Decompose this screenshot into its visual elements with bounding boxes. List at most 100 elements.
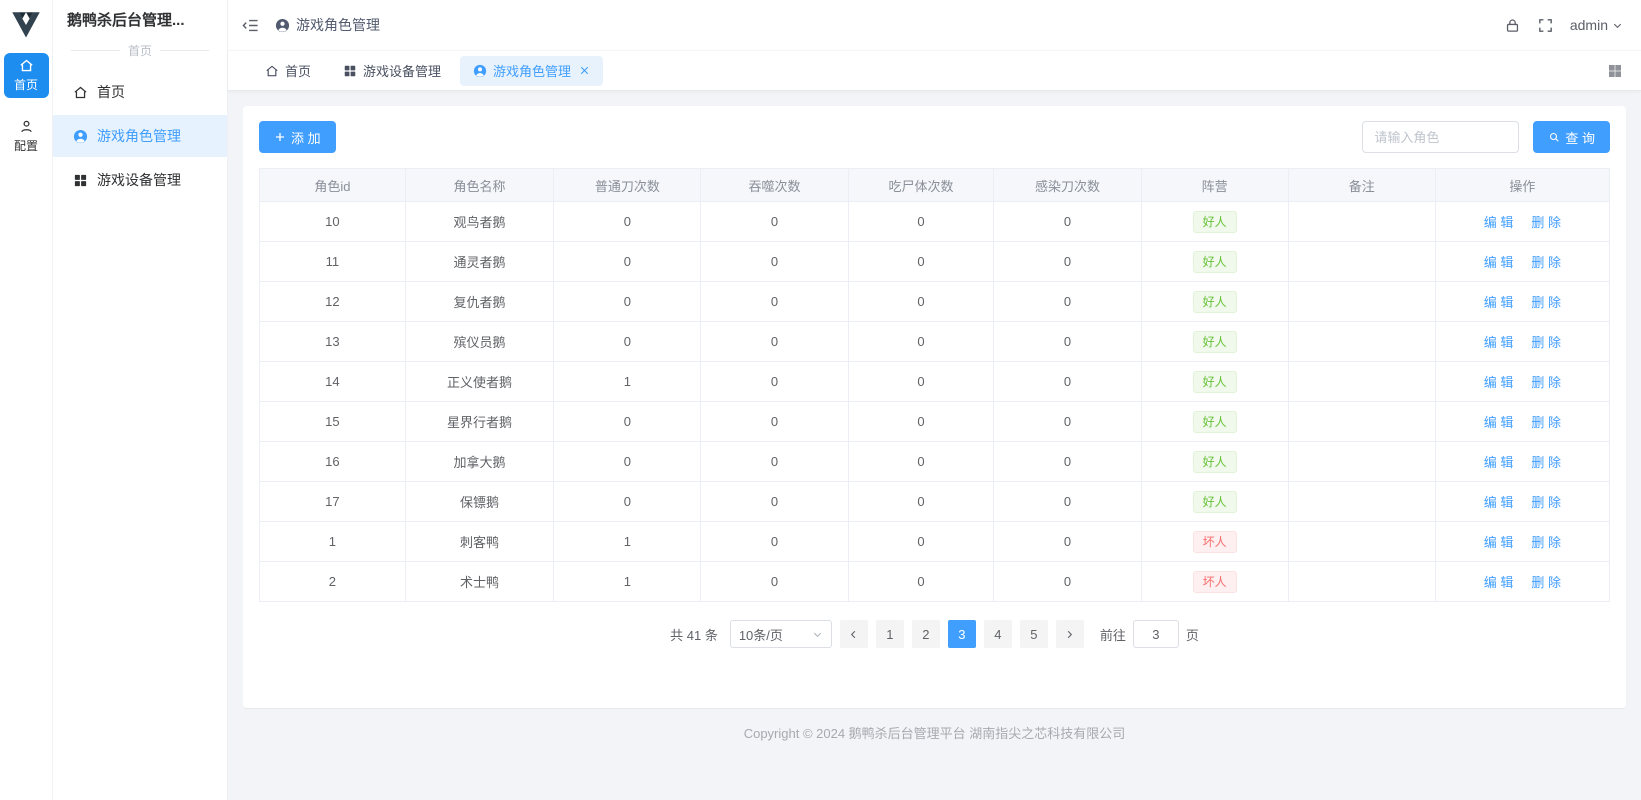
cell-eat-corpse-count: 0 (847, 561, 995, 602)
prev-page-button[interactable] (839, 620, 868, 648)
cell-devour-count: 0 (700, 481, 849, 522)
delete-link[interactable]: 删 除 (1531, 535, 1561, 550)
delete-link[interactable]: 删 除 (1531, 455, 1561, 470)
cell-remark (1287, 521, 1436, 562)
sidebar-item-game-roles[interactable]: 游戏角色管理 (53, 115, 227, 157)
tab-game-roles[interactable]: 游戏角色管理 (460, 55, 604, 86)
cell-normal-kills: 0 (553, 481, 702, 522)
col-role-name: 角色名称 (404, 168, 555, 202)
cell-role-name: 正义使者鹅 (404, 361, 555, 402)
copyright-footer: Copyright © 2024 鹅鸭杀后台管理平台 湖南指尖之芯科技有限公司 (743, 726, 1126, 741)
menu-fold-icon[interactable] (242, 17, 259, 34)
user-circle-icon (473, 64, 487, 77)
fullscreen-icon[interactable] (1537, 17, 1554, 34)
cell-camp: 好人 (1140, 321, 1289, 362)
cell-eat-corpse-count: 0 (847, 401, 995, 442)
delete-link[interactable]: 删 除 (1531, 575, 1561, 590)
edit-link[interactable]: 编 辑 (1484, 495, 1514, 510)
cell-normal-kills: 1 (553, 521, 702, 562)
goto-page-input[interactable] (1132, 620, 1179, 648)
sidebar-item-label: 游戏设备管理 (97, 172, 181, 188)
divider-line (160, 50, 210, 51)
roles-table: 角色id 角色名称 普通刀次数 吞噬次数 吃尸体次数 感染刀次数 阵营 备注 操… (259, 168, 1611, 602)
delete-link[interactable]: 删 除 (1531, 495, 1561, 510)
rail-item-home[interactable]: 首页 (3, 53, 49, 98)
cell-eat-corpse-count: 0 (847, 441, 995, 482)
edit-link[interactable]: 编 辑 (1484, 415, 1514, 430)
page-button[interactable]: 4 (983, 620, 1012, 648)
cell-normal-kills: 0 (553, 241, 702, 282)
sidebar-item-home[interactable]: 首页 (53, 71, 227, 113)
cell-eat-corpse-count: 0 (847, 481, 995, 522)
delete-link[interactable]: 删 除 (1531, 335, 1561, 350)
page-list: 12345 (875, 620, 1048, 648)
page-button[interactable]: 2 (911, 620, 940, 648)
user-menu[interactable]: admin (1570, 17, 1623, 33)
search-input[interactable] (1362, 121, 1520, 153)
cell-remark (1287, 561, 1436, 602)
main-area: 游戏角色管理 admin 首页 游戏设备管理 游戏角色管理 添 加 请输入角色 … (228, 0, 1641, 800)
cell-role-name: 刺客鸭 (404, 521, 555, 562)
delete-link[interactable]: 删 除 (1531, 215, 1561, 230)
page-button[interactable]: 5 (1019, 620, 1048, 648)
rail-item-config[interactable]: 配置 (4, 114, 49, 159)
cell-actions: 编 辑删 除 (1434, 441, 1611, 482)
app-title: 鹅鸭杀后台管理... (67, 12, 185, 29)
cell-role-id: 1 (259, 521, 406, 562)
sidebar-item-label: 游戏角色管理 (97, 128, 181, 144)
search-button[interactable]: 查 询 (1533, 121, 1610, 153)
cell-remark (1287, 441, 1436, 482)
cell-eat-corpse-count: 0 (847, 361, 995, 402)
rail-item-label: 配置 (13, 139, 38, 153)
cell-role-name: 殡仪员鹅 (404, 321, 555, 362)
cell-camp: 好人 (1140, 201, 1289, 242)
cell-actions: 编 辑删 除 (1434, 561, 1611, 602)
next-page-button[interactable] (1055, 620, 1084, 648)
camp-tag: 好人 (1192, 450, 1237, 473)
rail-item-label: 首页 (13, 78, 38, 92)
cell-eat-corpse-count: 0 (847, 241, 995, 282)
delete-link[interactable]: 删 除 (1531, 295, 1561, 310)
cell-normal-kills: 0 (553, 201, 702, 242)
cell-remark (1287, 241, 1436, 282)
camp-tag: 好人 (1192, 330, 1237, 353)
divider-line (71, 50, 120, 51)
edit-link[interactable]: 编 辑 (1484, 335, 1514, 350)
camp-tag: 好人 (1192, 250, 1237, 273)
cell-devour-count: 0 (700, 321, 849, 362)
add-button[interactable]: 添 加 (259, 121, 336, 153)
cell-infect-kills: 0 (993, 521, 1142, 562)
breadcrumb-label: 游戏角色管理 (296, 17, 380, 33)
lock-icon[interactable] (1504, 17, 1521, 34)
edit-link[interactable]: 编 辑 (1484, 375, 1514, 390)
page-size-select[interactable]: 10条/页 (729, 620, 832, 648)
edit-link[interactable]: 编 辑 (1484, 295, 1514, 310)
edit-link[interactable]: 编 辑 (1484, 535, 1514, 550)
cell-normal-kills: 0 (553, 281, 702, 322)
edit-link[interactable]: 编 辑 (1484, 575, 1514, 590)
table-row: 11 通灵者鹅 0 0 0 0 好人编 辑删 除 (259, 241, 1611, 282)
page-button[interactable]: 3 (947, 620, 976, 648)
table-row: 13 殡仪员鹅 0 0 0 0 好人编 辑删 除 (259, 321, 1611, 362)
delete-link[interactable]: 删 除 (1531, 255, 1561, 270)
delete-link[interactable]: 删 除 (1531, 375, 1561, 390)
edit-link[interactable]: 编 辑 (1484, 455, 1514, 470)
edit-link[interactable]: 编 辑 (1484, 255, 1514, 270)
tab-game-devices[interactable]: 游戏设备管理 (330, 56, 454, 86)
edit-link[interactable]: 编 辑 (1484, 215, 1514, 230)
cell-role-id: 15 (259, 401, 406, 442)
sidebar-item-game-devices[interactable]: 游戏设备管理 (53, 159, 227, 201)
delete-link[interactable]: 删 除 (1531, 415, 1561, 430)
col-devour-count: 吞噬次数 (700, 168, 849, 202)
user-circle-icon (73, 129, 88, 143)
page-button[interactable]: 1 (875, 620, 904, 648)
close-icon[interactable] (579, 65, 590, 76)
col-infect-kills: 感染刀次数 (993, 168, 1142, 202)
table-row: 2 术士鸭 1 0 0 0 坏人编 辑删 除 (259, 561, 1611, 602)
table-toolbar: 添 加 查 询 (259, 121, 1610, 153)
grid-icon (344, 65, 356, 76)
tab-home[interactable]: 首页 (252, 56, 324, 86)
col-normal-kills: 普通刀次数 (553, 168, 702, 202)
goto-label: 前往 (1099, 627, 1126, 643)
tabs-options-grid-icon[interactable] (1607, 63, 1623, 79)
